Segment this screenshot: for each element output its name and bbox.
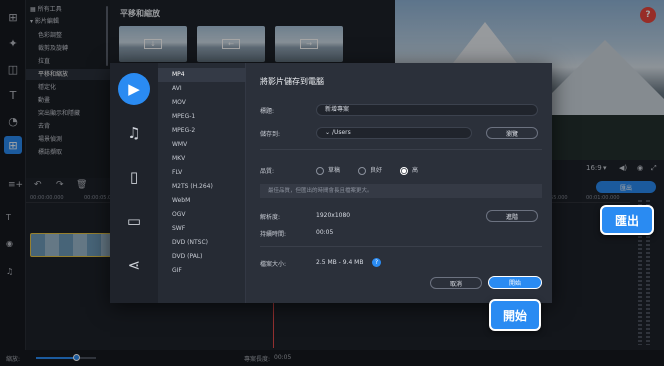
chevron-down-icon: ⌄ <box>325 129 332 136</box>
devices-icon[interactable]: ▯ <box>118 161 150 193</box>
start-button[interactable]: 開始 <box>488 276 542 289</box>
format-item[interactable]: MPEG-1 <box>158 110 246 124</box>
format-item[interactable]: OGV <box>158 208 246 222</box>
format-item[interactable]: MPEG-2 <box>158 124 246 138</box>
quality-draft-radio[interactable]: 草稿 <box>316 165 340 175</box>
file-size-value: 2.5 MB - 9.4 MB <box>316 259 364 266</box>
format-item[interactable]: SWF <box>158 222 246 236</box>
app-window: ⊞ ✦ ◫ T ◔ ⊞ ▦ 所有工具 ▾ 影片編輯 色彩調整 裁剪及旋轉 拉直 … <box>0 0 664 366</box>
format-item[interactable]: AVI <box>158 82 246 96</box>
quality-good-radio[interactable]: 良好 <box>358 165 382 175</box>
resolution-label: 解析度: <box>260 214 281 221</box>
cancel-button[interactable]: 取消 <box>430 277 482 289</box>
video-file-icon[interactable]: ▶ <box>118 73 150 105</box>
start-callout: 開始 <box>489 299 541 331</box>
tv-icon[interactable]: ▭ <box>118 205 150 237</box>
quality-high-radio[interactable]: 高 <box>400 165 418 175</box>
format-item[interactable]: FLV <box>158 166 246 180</box>
format-item[interactable]: M2TS (H.264) <box>158 180 246 194</box>
export-dialog: ▶ ♫ ▯ ▭ ⋖ MP4 AVI MOV MPEG-1 MPEG-2 WMV … <box>110 63 552 303</box>
title-input[interactable]: 新增專案 <box>316 104 538 116</box>
info-icon[interactable]: ? <box>372 258 381 267</box>
format-item[interactable]: GIF <box>158 264 246 278</box>
file-size-label: 檔案大小: <box>260 261 287 268</box>
dialog-title: 將影片儲存到電腦 <box>260 77 324 86</box>
audio-file-icon[interactable]: ♫ <box>118 117 150 149</box>
advanced-button[interactable]: 進階 <box>486 210 538 222</box>
resolution-value: 1920x1080 <box>316 212 351 219</box>
duration-value: 00:05 <box>316 229 334 236</box>
export-settings: 將影片儲存到電腦 標題: 新增專案 儲存到: ⌄ /Users 瀏覽 品質: 草… <box>246 63 552 303</box>
save-to-label: 儲存到: <box>260 131 281 138</box>
quality-label: 品質: <box>260 168 275 175</box>
format-item[interactable]: DVD (NTSC) <box>158 236 246 250</box>
quality-note: 最佳品質，但匯出的時間會長且檔案更大。 <box>260 184 542 198</box>
save-to-input[interactable]: ⌄ /Users <box>316 127 472 139</box>
browse-button[interactable]: 瀏覽 <box>486 127 538 139</box>
export-callout: 匯出 <box>600 205 654 235</box>
duration-label: 持續時間: <box>260 231 287 238</box>
format-item[interactable]: MOV <box>158 96 246 110</box>
format-item[interactable]: MKV <box>158 152 246 166</box>
title-label: 標題: <box>260 108 275 115</box>
format-item[interactable]: DVD (PAL) <box>158 250 246 264</box>
format-item[interactable]: WMV <box>158 138 246 152</box>
format-item[interactable]: WebM <box>158 194 246 208</box>
format-item[interactable]: MP4 <box>158 68 246 82</box>
format-list: MP4 AVI MOV MPEG-1 MPEG-2 WMV MKV FLV M2… <box>158 63 246 303</box>
export-categories: ▶ ♫ ▯ ▭ ⋖ <box>110 63 158 303</box>
share-icon[interactable]: ⋖ <box>118 249 150 281</box>
